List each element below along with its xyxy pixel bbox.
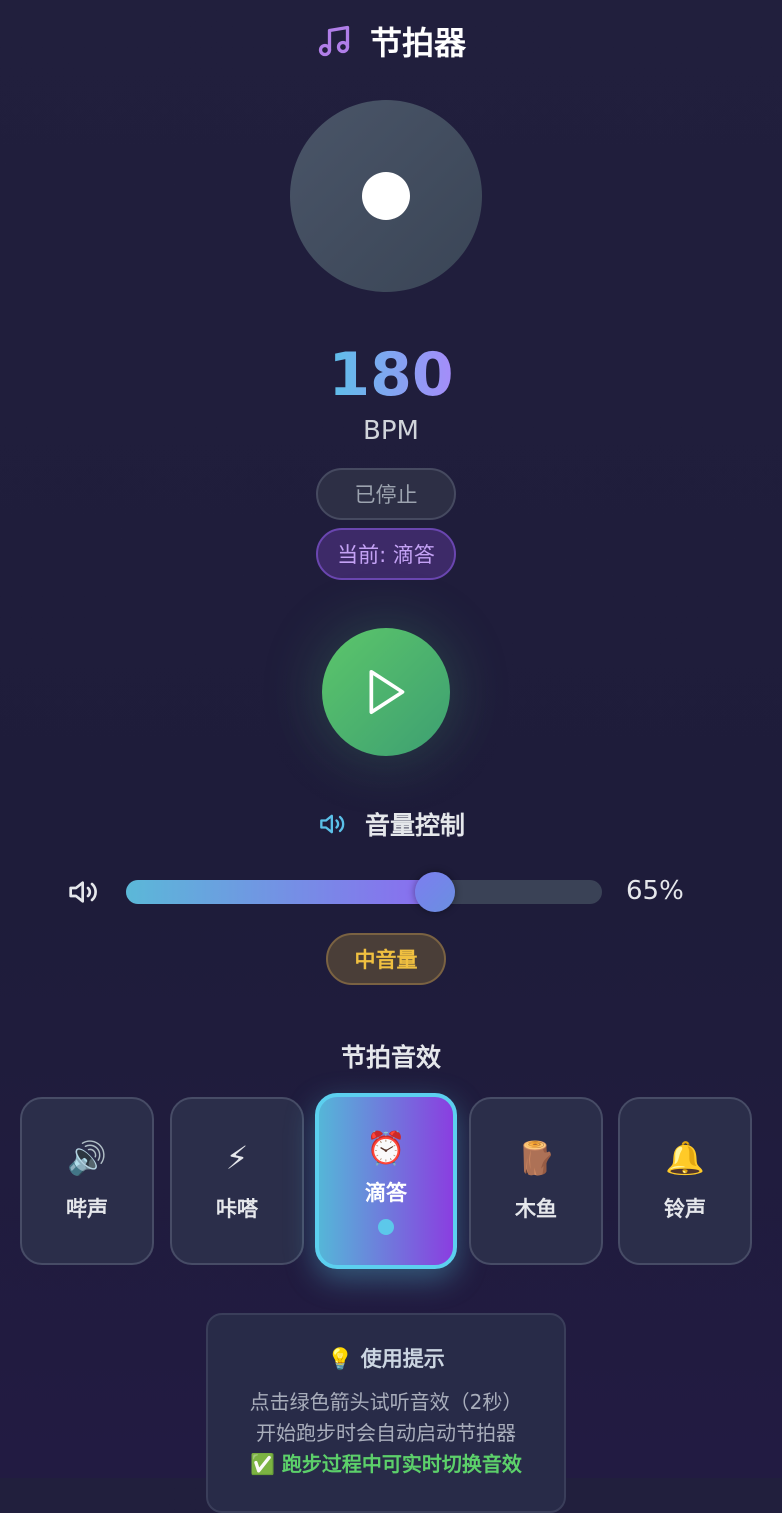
sound-label: 咔嗒 (216, 1197, 258, 1221)
volume-fill (126, 880, 436, 904)
tip-line: 点击绿色箭头试听音效（2秒） (249, 1390, 523, 1414)
speaker-icon (69, 881, 97, 903)
volume-percent: 65% (626, 876, 684, 906)
current-sound-badge: 当前: 滴答 (316, 528, 456, 580)
wood-icon: 🪵 (516, 1139, 556, 1177)
sound-option-beep[interactable]: 🔊 哔声 (20, 1097, 154, 1265)
lightning-icon: ⚡ (225, 1139, 249, 1177)
alarm-clock-icon: ⏰ (366, 1129, 406, 1167)
bpm-value: 180 (326, 340, 456, 410)
sound-option-click[interactable]: ⚡ 咔嗒 (170, 1097, 304, 1265)
status-badge: 已停止 (316, 468, 456, 520)
selected-indicator (378, 1219, 394, 1235)
sound-option-bell[interactable]: 🔔 铃声 (618, 1097, 752, 1265)
sound-option-woodblock[interactable]: 🪵 木鱼 (469, 1097, 603, 1265)
volume-title: 音量控制 (364, 811, 465, 840)
volume-slider-thumb[interactable] (415, 872, 456, 912)
volume-level-badge: 中音量 (326, 933, 446, 985)
volume-header: 音量控制 (0, 806, 782, 842)
sound-option-tick[interactable]: ⏰ 滴答 (315, 1093, 457, 1269)
tips-title: 💡 使用提示 (327, 1347, 445, 1371)
sound-label: 哔声 (66, 1197, 108, 1221)
sound-label: 滴答 (365, 1181, 407, 1205)
play-icon (369, 669, 405, 714)
sound-section-title: 节拍音效 (340, 1043, 441, 1072)
speaker-emoji-icon: 🔊 (67, 1139, 107, 1177)
music-note-icon (318, 25, 350, 57)
tips-panel: 💡 使用提示 点击绿色箭头试听音效（2秒） 开始跑步时会自动启动节拍器 ✅ 跑步… (206, 1313, 566, 1513)
bpm-unit: BPM (363, 416, 419, 446)
volume-icon (320, 814, 345, 834)
tip-line: 开始跑步时会自动启动节拍器 (256, 1421, 516, 1445)
beat-dot (362, 172, 410, 220)
tip-line-highlight: ✅ 跑步过程中可实时切换音效 (250, 1452, 522, 1476)
play-button[interactable] (322, 628, 450, 756)
page-title: 节拍器 (369, 24, 466, 62)
bell-icon: 🔔 (665, 1139, 705, 1177)
sound-label: 铃声 (664, 1197, 706, 1221)
sound-label: 木鱼 (515, 1197, 557, 1221)
header: 节拍器 (0, 18, 782, 64)
